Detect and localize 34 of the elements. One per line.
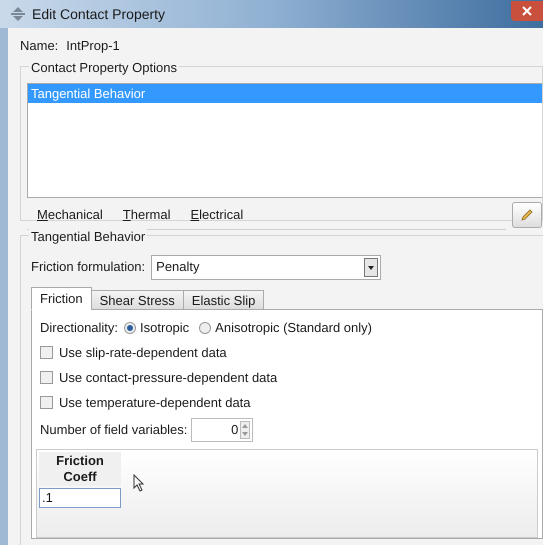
formulation-dropdown[interactable]: Penalty [151, 254, 382, 280]
tab[interactable]: Friction [31, 287, 92, 310]
checkbox[interactable] [40, 346, 53, 359]
edit-button[interactable] [512, 202, 542, 228]
close-button[interactable] [511, 1, 543, 21]
radio-button[interactable] [124, 322, 136, 334]
field-label: Directionality: [40, 319, 118, 338]
menu-item[interactable]: Electrical [190, 204, 244, 224]
window-title: Edit Contact Property [32, 4, 166, 24]
name-label: Name: [20, 37, 58, 56]
menu-item[interactable]: Thermal [122, 204, 170, 224]
name-value: IntProp-1 [66, 37, 120, 56]
radio-button[interactable] [199, 322, 212, 334]
checkbox[interactable] [40, 396, 53, 409]
spinner-arrows-icon [240, 421, 250, 439]
checkbox-option[interactable]: Use contact-pressure-dependent data [40, 365, 534, 390]
table-cell-input[interactable]: .1 [39, 488, 121, 508]
group-title: Tangential Behavior [29, 227, 148, 246]
radio-option[interactable]: Anisotropic (Standard only) [199, 318, 372, 338]
menu-item[interactable]: Mechanical [37, 204, 103, 224]
field-label: Number of field variables: [40, 421, 188, 440]
column-header: Friction Coeff [39, 452, 121, 486]
cursor-icon [133, 474, 145, 492]
checkbox-option[interactable]: Use slip-rate-dependent data [40, 340, 534, 365]
pencil-icon [520, 208, 534, 222]
radio-option[interactable]: Isotropic [124, 318, 190, 338]
checkbox-option[interactable]: Use temperature-dependent data [40, 390, 534, 415]
close-icon [522, 6, 532, 16]
field-label: Friction formulation: [31, 258, 146, 276]
tab[interactable]: Shear Stress [90, 290, 184, 310]
tab[interactable]: Elastic Slip [182, 290, 264, 310]
window-icon [10, 6, 26, 22]
checkbox[interactable] [40, 371, 53, 384]
spinner-field[interactable]: 0 [191, 418, 254, 442]
